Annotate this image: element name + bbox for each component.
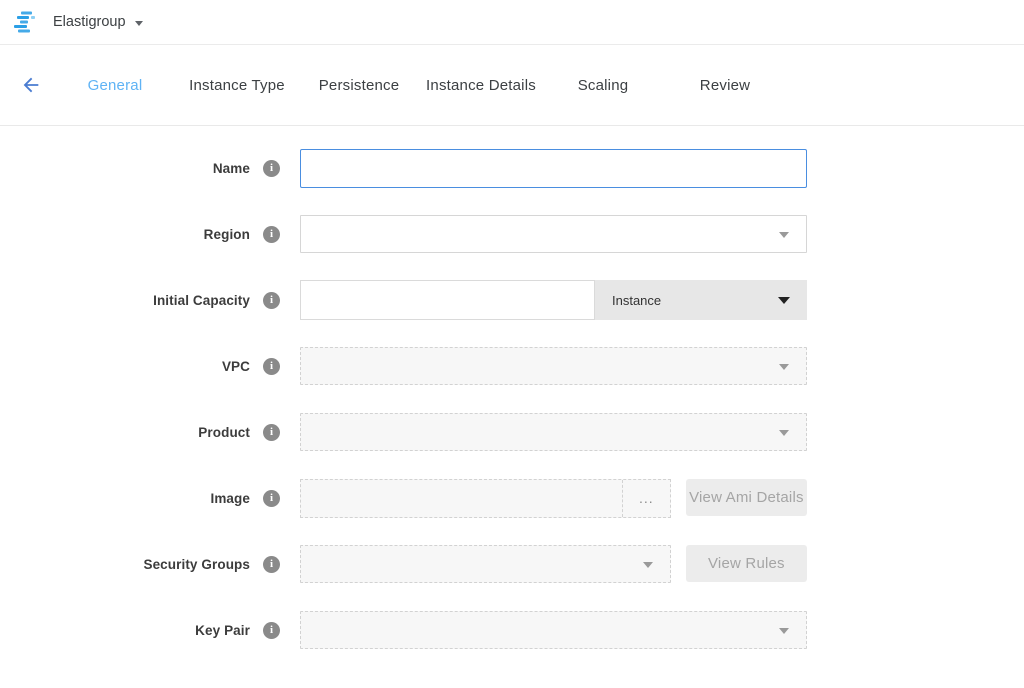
vpc-label: VPC — [222, 359, 250, 374]
back-arrow-icon — [20, 74, 42, 96]
chevron-down-icon — [779, 364, 789, 370]
initial-capacity-row: Initial Capacity i Instance — [0, 280, 1024, 320]
security-groups-row: Security Groups i View Rules — [0, 544, 1024, 584]
initial-capacity-input[interactable] — [300, 280, 595, 320]
chevron-down-icon — [135, 21, 143, 26]
wizard-tabs: General Instance Type Persistence Instan… — [54, 77, 786, 94]
key-pair-label: Key Pair — [195, 623, 250, 638]
region-select[interactable] — [300, 215, 807, 253]
chevron-down-icon — [779, 628, 789, 634]
info-icon[interactable]: i — [263, 160, 280, 177]
image-label: Image — [210, 491, 250, 506]
info-icon[interactable]: i — [263, 622, 280, 639]
region-label: Region — [204, 227, 250, 242]
tab-scaling[interactable]: Scaling — [542, 77, 664, 94]
general-settings-form: Name i Region i Initial Capacity i Insta… — [0, 126, 1024, 650]
security-groups-label: Security Groups — [143, 557, 250, 572]
initial-capacity-label: Initial Capacity — [153, 293, 250, 308]
capacity-unit-value: Instance — [612, 293, 661, 308]
info-icon[interactable]: i — [263, 226, 280, 243]
tab-review[interactable]: Review — [664, 77, 786, 94]
view-ami-details-button[interactable]: View Ami Details — [686, 479, 807, 516]
tab-instance-type[interactable]: Instance Type — [176, 77, 298, 94]
wizard-tab-bar: General Instance Type Persistence Instan… — [0, 45, 1024, 126]
product-label: Product — [198, 425, 250, 440]
top-bar: Elastigroup — [0, 0, 1024, 45]
tab-persistence[interactable]: Persistence — [298, 77, 420, 94]
chevron-down-icon — [778, 297, 790, 304]
product-select[interactable] — [300, 413, 807, 451]
chevron-down-icon — [779, 232, 789, 238]
security-groups-select[interactable] — [300, 545, 671, 583]
name-label: Name — [213, 161, 250, 176]
elastigroup-logo-icon — [14, 11, 41, 34]
name-row: Name i — [0, 148, 1024, 188]
info-icon[interactable]: i — [263, 556, 280, 573]
back-button[interactable] — [0, 74, 42, 96]
image-row: Image i ... View Ami Details — [0, 478, 1024, 518]
name-input[interactable] — [300, 149, 807, 188]
image-value — [301, 480, 622, 517]
key-pair-row: Key Pair i — [0, 610, 1024, 650]
app-switcher[interactable]: Elastigroup — [14, 11, 143, 34]
tab-general[interactable]: General — [54, 77, 176, 94]
info-icon[interactable]: i — [263, 424, 280, 441]
info-icon[interactable]: i — [263, 292, 280, 309]
view-rules-button[interactable]: View Rules — [686, 545, 807, 582]
info-icon[interactable]: i — [263, 358, 280, 375]
capacity-unit-select[interactable]: Instance — [595, 280, 807, 320]
vpc-select[interactable] — [300, 347, 807, 385]
app-name: Elastigroup — [53, 14, 126, 30]
region-row: Region i — [0, 214, 1024, 254]
image-field[interactable]: ... — [300, 479, 671, 518]
tab-instance-details[interactable]: Instance Details — [420, 77, 542, 94]
chevron-down-icon — [643, 562, 653, 568]
chevron-down-icon — [779, 430, 789, 436]
key-pair-select[interactable] — [300, 611, 807, 649]
image-browse-button[interactable]: ... — [622, 480, 670, 517]
vpc-row: VPC i — [0, 346, 1024, 386]
info-icon[interactable]: i — [263, 490, 280, 507]
product-row: Product i — [0, 412, 1024, 452]
